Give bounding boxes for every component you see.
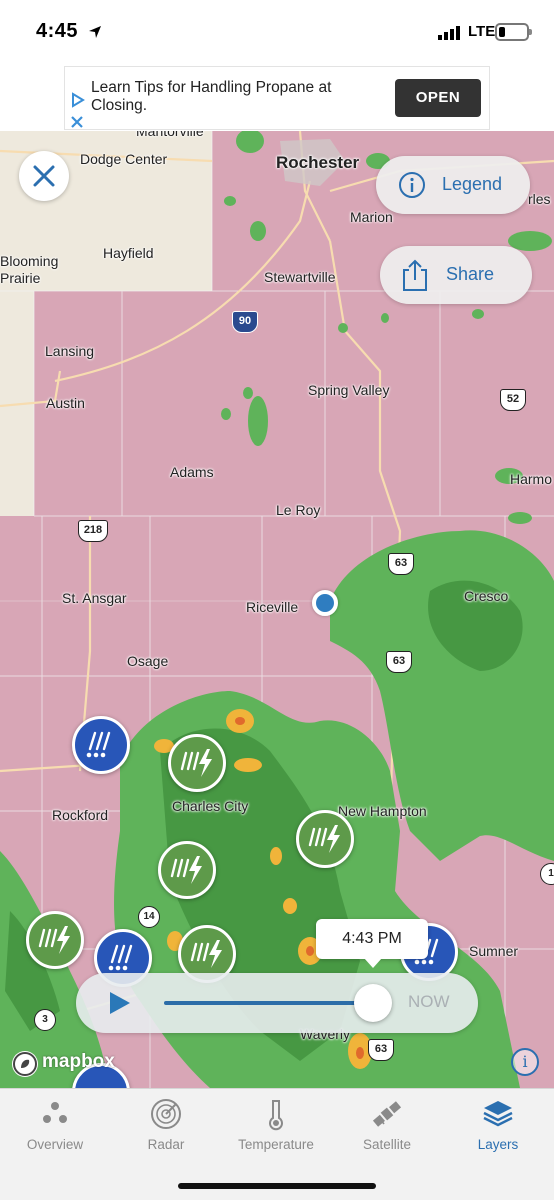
timeline-scrubber-handle[interactable] bbox=[354, 984, 392, 1022]
route-shield-63-north: 63 bbox=[388, 553, 414, 575]
place-riceville: Riceville bbox=[246, 599, 299, 615]
place-adams: Adams bbox=[170, 464, 214, 480]
place-osage: Osage bbox=[127, 653, 169, 669]
map-info-button[interactable]: i bbox=[511, 1048, 539, 1076]
now-label[interactable]: NOW bbox=[408, 992, 450, 1012]
tab-layers-label: Layers bbox=[477, 1137, 519, 1152]
network-type: LTE bbox=[468, 23, 496, 40]
place-rockford: Rockford bbox=[52, 807, 109, 823]
thunderstorm-warning-marker[interactable] bbox=[158, 841, 216, 899]
tab-overview[interactable]: Overview bbox=[0, 1097, 110, 1157]
tab-overview-label: Overview bbox=[26, 1137, 84, 1152]
timeline-time-tooltip: 4:43 PM bbox=[316, 919, 428, 968]
legend-label: Legend bbox=[442, 174, 503, 194]
info-circle-icon bbox=[399, 172, 425, 198]
place-le-roy: Le Roy bbox=[276, 502, 321, 518]
legend-button[interactable]: Legend bbox=[376, 156, 530, 214]
thunderstorm-icon bbox=[170, 856, 202, 884]
radar-icon bbox=[151, 1099, 181, 1129]
place-st-ansgar: St. Ansgar bbox=[62, 590, 127, 606]
place-new-hampton: New Hampton bbox=[338, 803, 427, 819]
layers-icon bbox=[483, 1101, 513, 1127]
tab-satellite-label: Satellite bbox=[362, 1137, 412, 1152]
tab-temperature-label: Temperature bbox=[238, 1137, 314, 1152]
thunderstorm-icon bbox=[308, 825, 340, 853]
ad-open-button[interactable]: OPEN bbox=[395, 79, 481, 117]
place-spring-valley: Spring Valley bbox=[308, 382, 390, 398]
cellular-signal-icon bbox=[438, 26, 460, 40]
place-blooming-prairie: Blooming Prairie bbox=[0, 253, 59, 286]
hail-icon bbox=[86, 731, 111, 758]
play-icon[interactable] bbox=[110, 992, 130, 1014]
route-shield-63-south: 63 bbox=[368, 1039, 394, 1061]
place-harmony: Harmo bbox=[510, 471, 553, 487]
route-shield-63-mid: 63 bbox=[386, 651, 412, 673]
place-marion: Marion bbox=[350, 209, 393, 225]
tab-radar-label: Radar bbox=[147, 1137, 185, 1152]
ad-text[interactable]: Learn Tips for Handling Propane at Closi… bbox=[91, 79, 391, 115]
tab-layers[interactable]: Layers bbox=[443, 1097, 553, 1157]
thunderstorm-icon bbox=[38, 926, 70, 954]
place-hayfield: Hayfield bbox=[103, 245, 154, 261]
place-charles-partial: rles bbox=[528, 191, 551, 207]
tab-temperature[interactable]: Temperature bbox=[221, 1097, 331, 1157]
tab-radar[interactable]: Radar bbox=[111, 1097, 221, 1157]
route-shield-52: 52 bbox=[500, 389, 526, 411]
status-bar: 4:45 LTE bbox=[0, 0, 554, 64]
route-shield-218: 218 bbox=[78, 520, 108, 542]
dots-icon bbox=[43, 1102, 67, 1123]
route-14: 14 bbox=[138, 906, 160, 928]
route-shield-i90: 90 bbox=[232, 311, 258, 333]
place-austin: Austin bbox=[46, 395, 85, 411]
close-button[interactable] bbox=[19, 151, 69, 201]
battery-icon bbox=[495, 23, 532, 41]
status-time: 4:45 bbox=[36, 20, 79, 42]
place-sumner: Sumner bbox=[469, 943, 519, 959]
tab-satellite[interactable]: Satellite bbox=[332, 1097, 442, 1157]
timeline-track[interactable] bbox=[164, 1001, 374, 1005]
route-3: 3 bbox=[34, 1009, 56, 1031]
thunderstorm-icon bbox=[180, 749, 212, 777]
current-location-dot bbox=[312, 590, 338, 616]
share-icon bbox=[403, 259, 427, 291]
place-rochester: Rochester bbox=[276, 153, 360, 172]
adchoices-icon[interactable] bbox=[69, 91, 85, 131]
close-icon bbox=[33, 165, 55, 187]
thunderstorm-warning-marker[interactable] bbox=[26, 911, 84, 969]
place-dodge-center: Dodge Center bbox=[80, 151, 168, 167]
place-cresco: Cresco bbox=[464, 588, 509, 604]
location-arrow-icon bbox=[89, 26, 101, 38]
thunderstorm-warning-marker[interactable] bbox=[168, 734, 226, 792]
radar-map[interactable]: Mantorville Rochester Dodge Center Mario… bbox=[0, 131, 554, 1088]
satellite-icon bbox=[372, 1101, 402, 1127]
thunderstorm-warning-marker[interactable] bbox=[296, 810, 354, 868]
place-stewartville: Stewartville bbox=[264, 269, 336, 285]
share-button[interactable]: Share bbox=[380, 246, 532, 304]
thermometer-icon bbox=[269, 1100, 283, 1131]
share-label: Share bbox=[446, 264, 495, 284]
place-charles-city: Charles City bbox=[172, 798, 249, 814]
radar-timeline[interactable]: NOW bbox=[76, 973, 478, 1033]
mapbox-attribution: mapbox bbox=[42, 1051, 115, 1072]
ad-banner[interactable]: Learn Tips for Handling Propane at Closi… bbox=[64, 66, 490, 130]
hail-warning-marker[interactable] bbox=[72, 716, 130, 774]
place-lansing: Lansing bbox=[45, 343, 95, 359]
home-indicator bbox=[178, 1183, 376, 1189]
place-mantorville: Mantorville bbox=[136, 131, 204, 139]
